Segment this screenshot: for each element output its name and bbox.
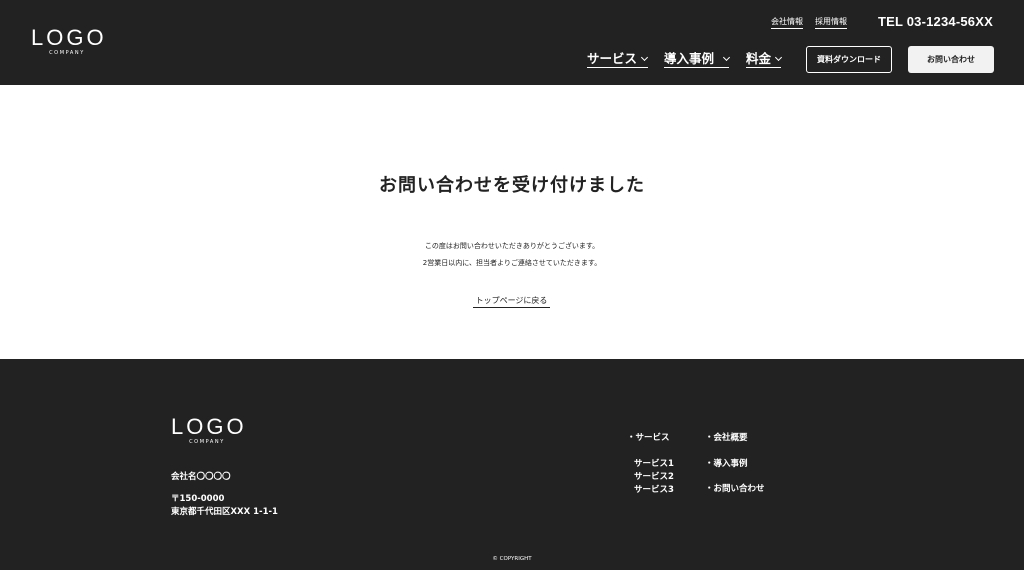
nav-item-pricing[interactable]: 料金 bbox=[746, 51, 783, 68]
utility-links: 会社情報 採用情報 bbox=[771, 17, 847, 29]
company-info-link[interactable]: 会社情報 bbox=[771, 17, 803, 29]
phone-number: TEL 03-1234-56XX bbox=[878, 14, 993, 29]
logo-subtext: COMPANY bbox=[189, 439, 225, 445]
postal-code: 〒150-0000 bbox=[171, 494, 225, 504]
logo-subtext: COMPANY bbox=[49, 50, 85, 56]
nav-item-label: 導入事例 bbox=[664, 51, 715, 66]
followup-message: 2営業日以内に、担当者よりご連絡させていただきます。 bbox=[422, 259, 602, 267]
footer-link-company[interactable]: ・会社概要 bbox=[705, 432, 748, 445]
thanks-message: この度はお問い合わせいただきありがとうございます。 bbox=[424, 242, 600, 250]
nav-item-label: サービス bbox=[587, 51, 638, 66]
copyright: © COPYRIGHT bbox=[492, 556, 532, 562]
chevron-down-icon bbox=[774, 53, 783, 62]
contact-button[interactable]: お問い合わせ bbox=[908, 46, 994, 73]
site-header: LOGO COMPANY 会社情報 採用情報 TEL 03-1234-56XX … bbox=[0, 0, 1024, 85]
back-to-top-link[interactable]: トップページに戻る bbox=[473, 296, 550, 308]
chevron-down-icon bbox=[640, 53, 649, 62]
nav-item-cases[interactable]: 導入事例 bbox=[664, 51, 731, 68]
footer-logo[interactable]: LOGO COMPANY bbox=[171, 414, 247, 446]
footer-link-service[interactable]: ・サービス bbox=[627, 432, 670, 445]
street-address: 東京都千代田区XXX 1-1-1 bbox=[171, 507, 278, 517]
footer-link-service3[interactable]: サービス3 bbox=[634, 484, 674, 497]
download-button[interactable]: 資料ダウンロード bbox=[806, 46, 892, 73]
recruit-link[interactable]: 採用情報 bbox=[815, 17, 847, 29]
main-content: お問い合わせを受け付けました この度はお問い合わせいただきありがとうございます。… bbox=[0, 85, 1024, 359]
company-address: 〒150-0000 東京都千代田区XXX 1-1-1 bbox=[171, 493, 278, 519]
footer-link-service1[interactable]: サービス1 bbox=[634, 458, 674, 471]
footer-nav-company-group: ・会社概要 bbox=[705, 432, 748, 445]
main-nav: サービス 導入事例 料金 bbox=[587, 51, 783, 68]
page-title: お問い合わせを受け付けました bbox=[379, 175, 645, 197]
company-name: 会社名〇〇〇〇 bbox=[171, 472, 231, 482]
footer-link-cases[interactable]: ・導入事例 bbox=[705, 458, 748, 471]
site-footer: LOGO COMPANY 会社名〇〇〇〇 〒150-0000 東京都千代田区XX… bbox=[0, 359, 1024, 570]
nav-item-label: 料金 bbox=[746, 51, 772, 66]
footer-nav-contact-group: ・お問い合わせ bbox=[705, 483, 765, 496]
logo-text: LOGO bbox=[171, 414, 247, 439]
footer-link-service2[interactable]: サービス2 bbox=[634, 471, 674, 484]
footer-nav-cases-group: ・導入事例 bbox=[705, 458, 748, 471]
footer-link-contact[interactable]: ・お問い合わせ bbox=[705, 483, 765, 496]
footer-service-sublist: サービス1 サービス2 サービス3 bbox=[634, 458, 674, 497]
logo-text: LOGO bbox=[31, 25, 107, 50]
chevron-down-icon bbox=[722, 53, 731, 62]
footer-nav-service-group: ・サービス bbox=[627, 432, 670, 445]
header-logo[interactable]: LOGO COMPANY bbox=[31, 25, 107, 57]
nav-item-service[interactable]: サービス bbox=[587, 51, 649, 68]
